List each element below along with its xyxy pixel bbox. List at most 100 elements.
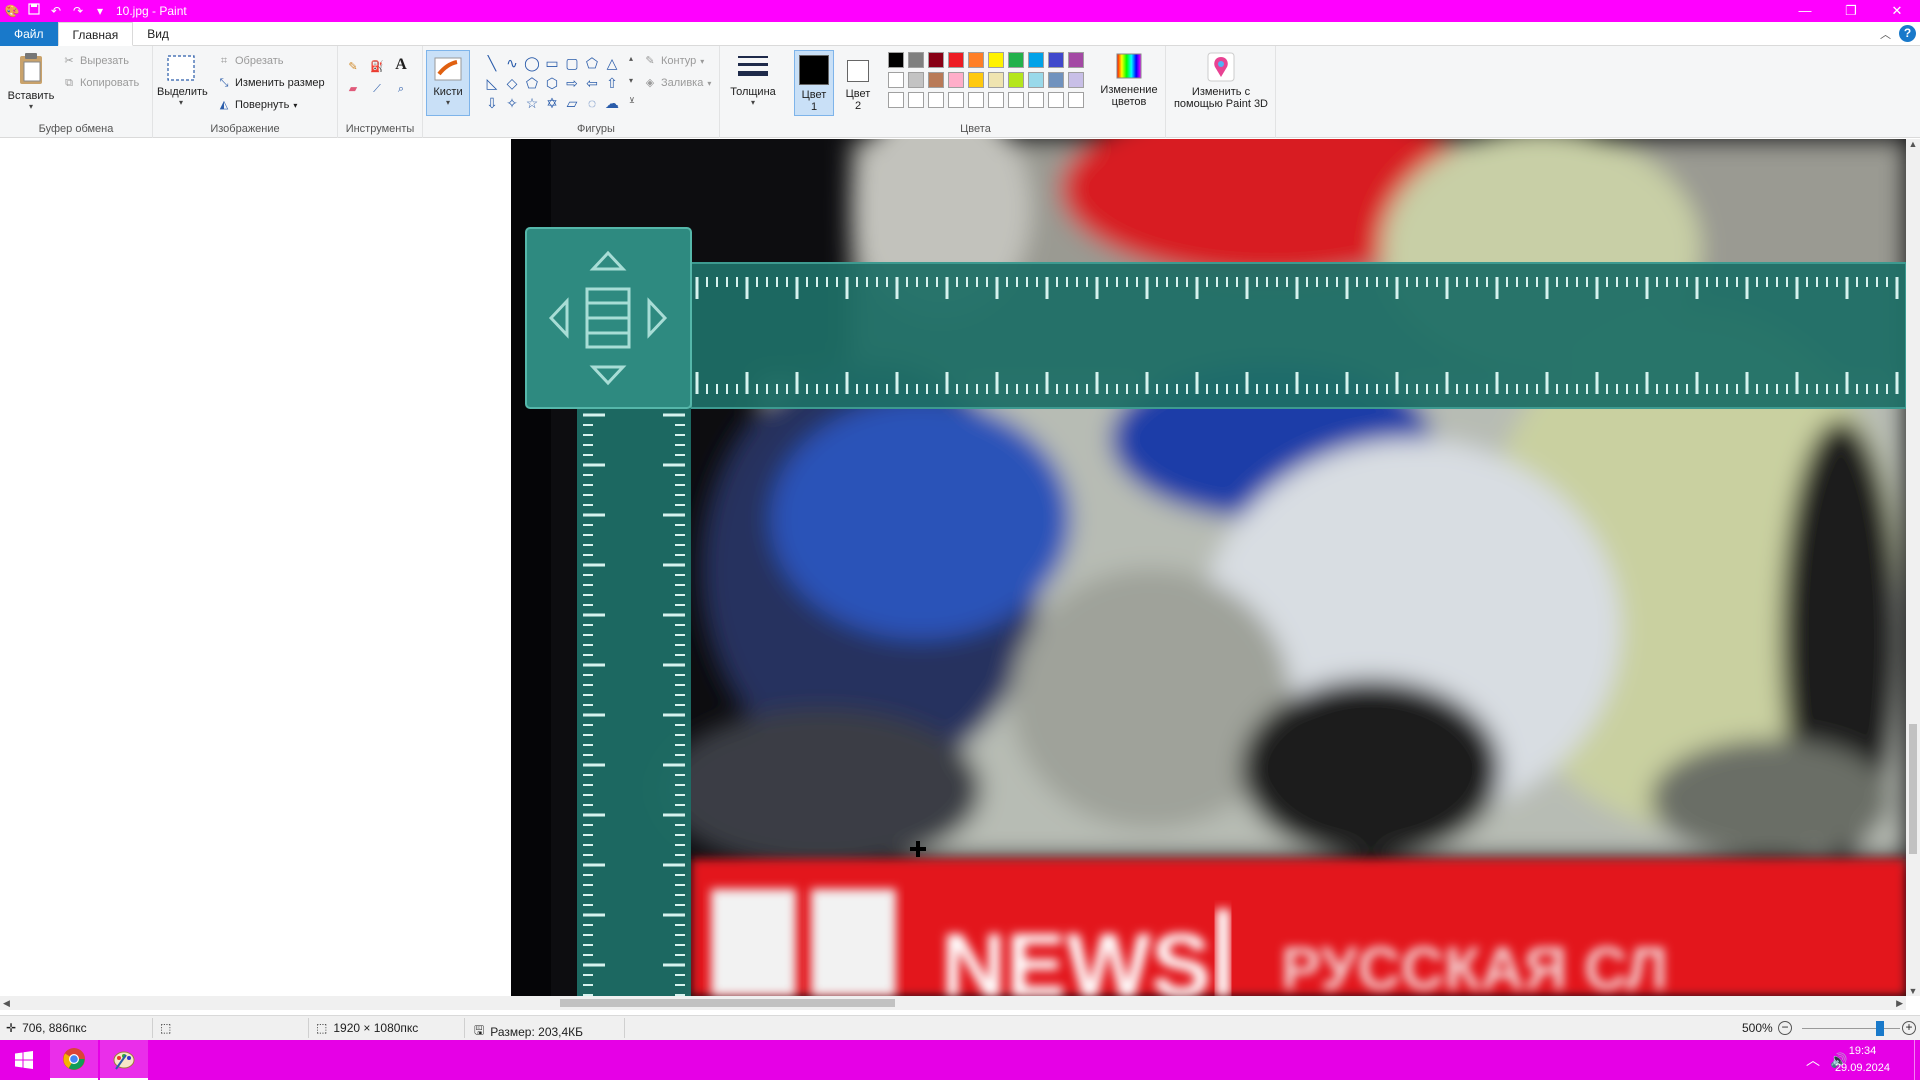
palette-swatch[interactable] — [1068, 92, 1084, 108]
edit-with-paint3d-button[interactable]: Изменить с помощью Paint 3D — [1170, 52, 1272, 110]
shape-rounded-rectangle-icon[interactable]: ▢ — [563, 54, 581, 72]
shape-pentagon-icon[interactable]: ⬠ — [523, 74, 541, 92]
palette-swatch[interactable] — [888, 52, 904, 68]
redo-icon[interactable]: ↷ — [70, 3, 86, 19]
shapes-scroll-up-icon[interactable]: ▴ — [629, 54, 633, 63]
restore-button[interactable]: ❐ — [1828, 0, 1874, 22]
shape-right-arrow-icon[interactable]: ⇨ — [563, 74, 581, 92]
start-button[interactable] — [0, 1040, 48, 1080]
text-tool-icon[interactable]: A — [394, 57, 408, 73]
color2-button[interactable]: Цвет 2 — [838, 50, 878, 116]
palette-swatch[interactable] — [1008, 72, 1024, 88]
customize-dropdown-icon[interactable]: ▾ — [92, 3, 108, 19]
brushes-button[interactable]: Кисти ▾ — [426, 50, 470, 116]
tray-show-hidden-icon[interactable]: ︿ — [1806, 1040, 1820, 1080]
scroll-right-icon[interactable]: ▶ — [1896, 996, 1903, 1010]
palette-swatch[interactable] — [988, 72, 1004, 88]
color-picker-icon[interactable]: ⟋ — [370, 82, 384, 96]
shape-line-icon[interactable]: ╲ — [483, 54, 501, 72]
workspace[interactable]: NEWS РУССКАЯ СЛ — [0, 139, 1906, 996]
undo-icon[interactable]: ↶ — [48, 3, 64, 19]
palette-swatch[interactable] — [928, 72, 944, 88]
shape-up-arrow-icon[interactable]: ⇧ — [603, 74, 621, 92]
palette-swatch[interactable] — [968, 72, 984, 88]
collapse-ribbon-icon[interactable]: ︿ — [1880, 26, 1891, 42]
image-canvas[interactable]: NEWS РУССКАЯ СЛ — [511, 139, 1906, 996]
palette-swatch[interactable] — [968, 52, 984, 68]
cut-button[interactable]: ✂ Вырезать — [62, 54, 129, 68]
palette-swatch[interactable] — [1028, 52, 1044, 68]
zoom-slider[interactable] — [1802, 1021, 1900, 1036]
palette-swatch[interactable] — [1048, 92, 1064, 108]
tab-file[interactable]: Файл — [0, 21, 58, 46]
taskbar-clock[interactable]: 19:34 29.09.2024 — [1835, 1043, 1890, 1077]
ruler-overlay[interactable] — [511, 139, 1906, 996]
palette-swatch[interactable] — [908, 92, 924, 108]
close-button[interactable]: ✕ — [1874, 0, 1920, 22]
thickness-button[interactable]: Толщина ▾ — [726, 52, 780, 107]
shape-curve-icon[interactable]: ∿ — [503, 54, 521, 72]
palette-swatch[interactable] — [908, 72, 924, 88]
color1-button[interactable]: Цвет 1 — [794, 50, 834, 116]
palette-swatch[interactable] — [928, 92, 944, 108]
palette-swatch[interactable] — [988, 52, 1004, 68]
select-button[interactable]: Выделить ▾ — [157, 54, 208, 107]
scroll-down-icon[interactable]: ▼ — [1906, 986, 1920, 996]
magnifier-icon[interactable]: ⌕ — [394, 82, 408, 96]
tab-home[interactable]: Главная — [57, 21, 134, 46]
outline-button[interactable]: ✎ Контур ▾ — [643, 54, 704, 68]
fill-bucket-icon[interactable]: ⛽ — [370, 60, 384, 74]
shape-rounded-callout-icon[interactable]: ▱ — [563, 94, 581, 112]
vertical-scroll-thumb[interactable] — [1909, 724, 1917, 854]
scroll-up-icon[interactable]: ▲ — [1906, 139, 1920, 149]
palette-swatch[interactable] — [888, 72, 904, 88]
rotate-button[interactable]: ◭ Повернуть ▾ — [217, 98, 298, 112]
shape-five-point-star-icon[interactable]: ☆ — [523, 94, 541, 112]
shape-six-point-star-icon[interactable]: ✡ — [543, 94, 561, 112]
tab-view[interactable]: Вид — [133, 22, 183, 46]
scroll-left-icon[interactable]: ◀ — [3, 996, 10, 1010]
shape-right-triangle-icon[interactable]: ◺ — [483, 74, 501, 92]
palette-swatch[interactable] — [928, 52, 944, 68]
palette-swatch[interactable] — [1048, 52, 1064, 68]
shape-cloud-callout-icon[interactable]: ☁ — [603, 94, 621, 112]
taskbar-chrome[interactable] — [50, 1040, 98, 1080]
palette-swatch[interactable] — [948, 72, 964, 88]
resize-button[interactable]: ⤡ Изменить размер — [217, 76, 325, 90]
paste-button[interactable]: Вставить ▾ — [4, 52, 58, 111]
shape-rectangle-icon[interactable]: ▭ — [543, 54, 561, 72]
palette-swatch[interactable] — [1028, 92, 1044, 108]
shapes-scroll-down-icon[interactable]: ▾ — [629, 76, 633, 85]
horizontal-scroll-thumb[interactable] — [560, 999, 895, 1007]
vertical-scrollbar[interactable]: ▲ ▼ — [1906, 139, 1920, 996]
palette-swatch[interactable] — [888, 92, 904, 108]
show-desktop-button[interactable] — [1914, 1040, 1920, 1080]
pencil-icon[interactable]: ✎ — [346, 60, 360, 74]
shape-hexagon-icon[interactable]: ⬡ — [543, 74, 561, 92]
shapes-expand-icon[interactable]: ⊻ — [629, 96, 635, 105]
eraser-icon[interactable]: ▰ — [346, 82, 360, 96]
shape-oval-callout-icon[interactable]: ◌ — [583, 94, 601, 112]
shape-four-point-star-icon[interactable]: ✧ — [503, 94, 521, 112]
palette-swatch[interactable] — [988, 92, 1004, 108]
palette-swatch[interactable] — [908, 52, 924, 68]
minimize-button[interactable]: — — [1782, 0, 1828, 22]
zoom-slider-thumb[interactable] — [1876, 1021, 1885, 1036]
taskbar-paint[interactable] — [100, 1040, 148, 1080]
save-icon[interactable] — [26, 3, 42, 19]
horizontal-scrollbar[interactable]: ◀ ▶ — [0, 996, 1906, 1010]
shape-polygon-icon[interactable]: ⬠ — [583, 54, 601, 72]
shape-diamond-icon[interactable]: ◇ — [503, 74, 521, 92]
fill-button[interactable]: ◈ Заливка ▾ — [643, 76, 712, 90]
palette-swatch[interactable] — [1068, 72, 1084, 88]
palette-swatch[interactable] — [1048, 72, 1064, 88]
zoom-out-button[interactable]: − — [1778, 1021, 1792, 1035]
palette-swatch[interactable] — [948, 52, 964, 68]
copy-button[interactable]: ⧉ Копировать — [62, 76, 139, 90]
palette-swatch[interactable] — [948, 92, 964, 108]
palette-swatch[interactable] — [968, 92, 984, 108]
shape-left-arrow-icon[interactable]: ⇦ — [583, 74, 601, 92]
palette-swatch[interactable] — [1028, 72, 1044, 88]
edit-colors-button[interactable]: Изменение цветов — [1096, 52, 1162, 108]
vertical-ruler[interactable] — [577, 408, 691, 996]
